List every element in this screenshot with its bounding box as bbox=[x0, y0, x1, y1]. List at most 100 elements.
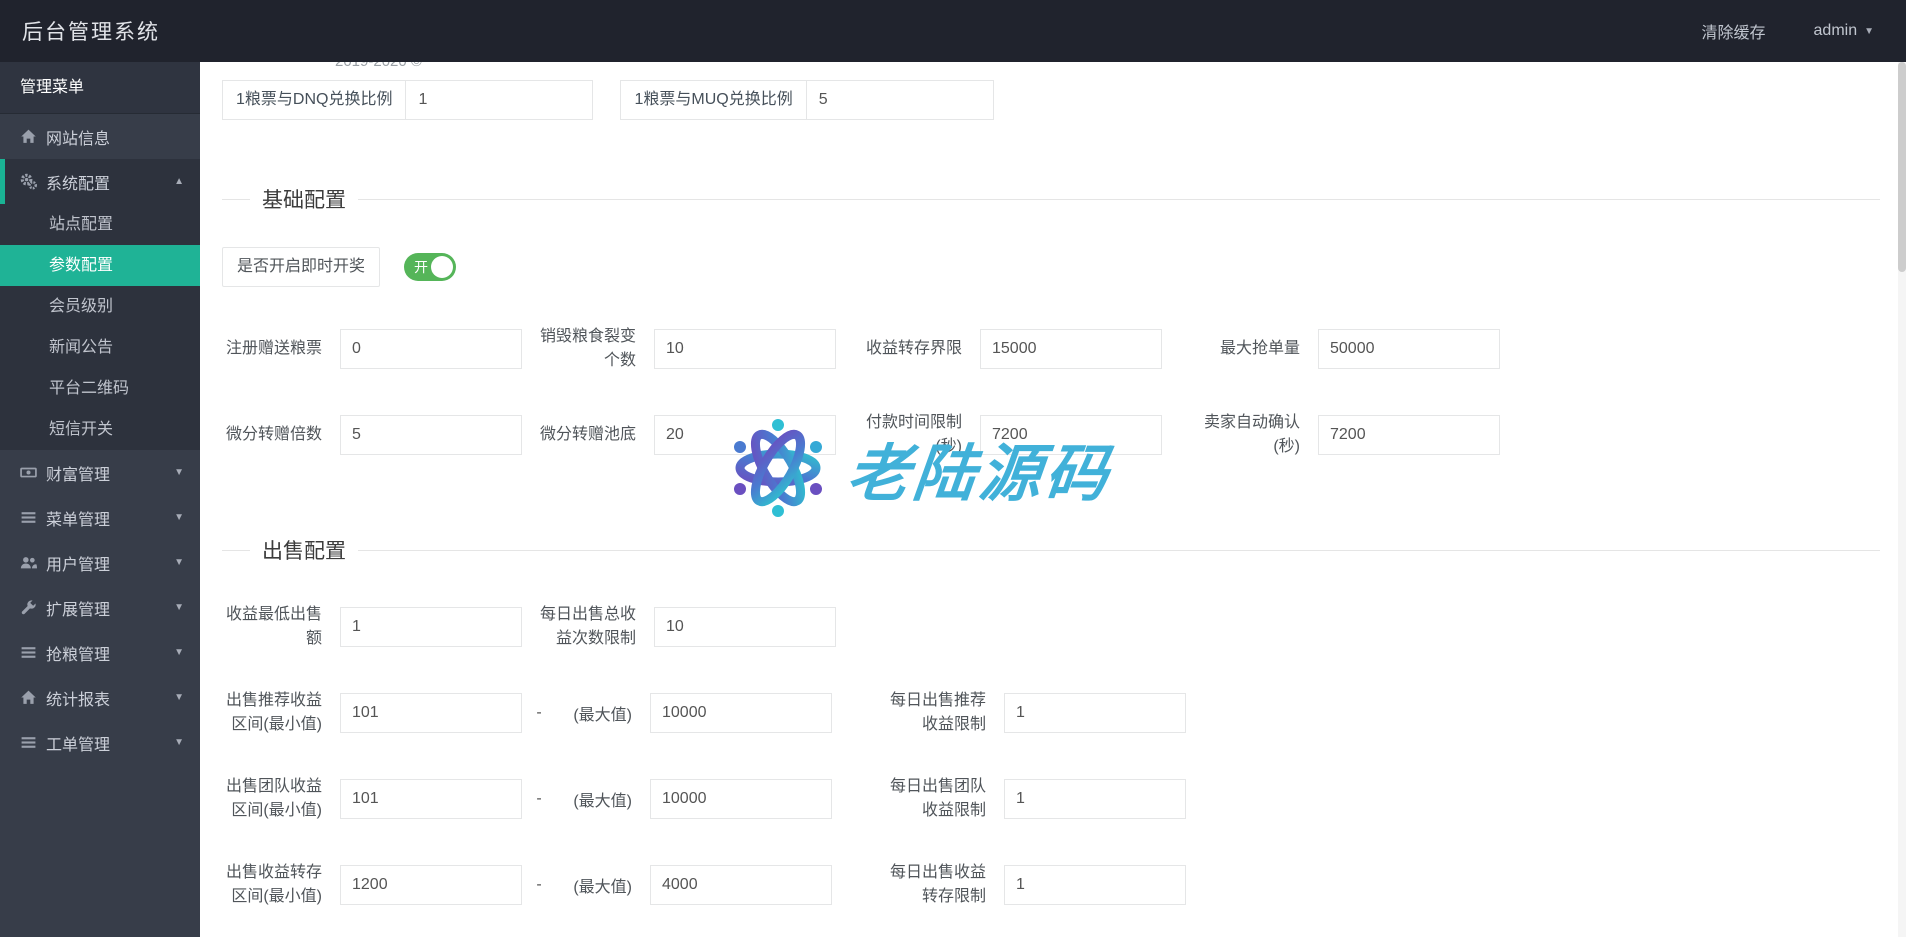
field-label: 卖家自动确认(秒) bbox=[1200, 411, 1300, 459]
list-icon bbox=[20, 734, 37, 751]
field-label: 收益转存界限 bbox=[862, 337, 962, 361]
field-team-min: 出售团队收益区间(最小值) bbox=[222, 775, 522, 823]
topbar-right: 清除缓存 admin ▼ bbox=[1702, 19, 1906, 43]
field-label: 收益最低出售额 bbox=[222, 603, 322, 651]
register-gift-input[interactable] bbox=[340, 329, 522, 369]
chevron-down-icon: ▼ bbox=[1864, 26, 1874, 37]
sidebar-item-parameter-config[interactable]: 参数配置 bbox=[0, 245, 200, 286]
sidebar-item-label: 工单管理 bbox=[46, 731, 110, 755]
sidebar-item-menu-management[interactable]: 菜单管理 ▼ bbox=[0, 495, 200, 540]
field-label: 每日出售总收益次数限制 bbox=[536, 603, 636, 651]
sidebar-header: 管理菜单 bbox=[0, 62, 200, 114]
field-label: 销毁粮食裂变个数 bbox=[536, 325, 636, 373]
field-daily-recommend: 每日出售推荐收益限制 bbox=[886, 689, 1186, 737]
seller-confirm-input[interactable] bbox=[1318, 415, 1500, 455]
sidebar-item-site-config[interactable]: 站点配置 bbox=[0, 204, 200, 245]
max-grab-input[interactable] bbox=[1318, 329, 1500, 369]
sidebar-item-statistics-report[interactable]: 统计报表 ▼ bbox=[0, 675, 200, 720]
divider bbox=[222, 199, 250, 200]
field-daily-team: 每日出售团队收益限制 bbox=[886, 775, 1186, 823]
recommend-min-input[interactable] bbox=[340, 693, 522, 733]
vertical-scrollbar[interactable] bbox=[1898, 62, 1906, 937]
field-label: 出售收益转存区间(最小值) bbox=[222, 861, 322, 909]
transfer-max-input[interactable] bbox=[650, 865, 832, 905]
payment-time-input[interactable] bbox=[980, 415, 1162, 455]
chevron-down-icon: ▼ bbox=[174, 512, 184, 523]
transfer-range-row: 出售收益转存区间(最小值) - (最大值) 每日出售收益转存限制 bbox=[222, 861, 1880, 909]
sidebar-item-news[interactable]: 新闻公告 bbox=[0, 327, 200, 368]
username: admin bbox=[1814, 22, 1858, 40]
field-destroy-fission: 销毁粮食裂变个数 bbox=[536, 325, 836, 373]
muq-ratio-group: 1粮票与MUQ兑换比例 bbox=[620, 80, 993, 120]
sidebar-item-label: 用户管理 bbox=[46, 551, 110, 575]
field-recommend-min: 出售推荐收益区间(最小值) bbox=[222, 689, 522, 737]
destroy-fission-input[interactable] bbox=[654, 329, 836, 369]
toggle-knob bbox=[431, 256, 453, 278]
instant-draw-toggle[interactable]: 开 bbox=[404, 253, 456, 281]
scrollbar-thumb[interactable] bbox=[1898, 62, 1906, 272]
chevron-down-icon: ▼ bbox=[174, 467, 184, 478]
micro-pool-input[interactable] bbox=[654, 415, 836, 455]
muq-ratio-label: 1粮票与MUQ兑换比例 bbox=[620, 80, 806, 120]
sidebar-item-extension-management[interactable]: 扩展管理 ▼ bbox=[0, 585, 200, 630]
sidebar-item-member-level[interactable]: 会员级别 bbox=[0, 286, 200, 327]
daily-total-sell-input[interactable] bbox=[654, 607, 836, 647]
home-icon bbox=[20, 689, 37, 706]
field-micro-pool: 微分转赠池底 bbox=[536, 415, 836, 455]
sidebar-item-grain-grab-management[interactable]: 抢粮管理 ▼ bbox=[0, 630, 200, 675]
divider bbox=[358, 199, 1880, 200]
field-profit-transfer-limit: 收益转存界限 bbox=[862, 329, 1162, 369]
divider bbox=[358, 550, 1880, 551]
sidebar-item-platform-qrcode[interactable]: 平台二维码 bbox=[0, 368, 200, 409]
sidebar-item-user-management[interactable]: 用户管理 ▼ bbox=[0, 540, 200, 585]
field-label: 付款时间限制(秒) bbox=[862, 411, 962, 459]
sidebar-item-work-order-management[interactable]: 工单管理 ▼ bbox=[0, 720, 200, 765]
daily-recommend-input[interactable] bbox=[1004, 693, 1186, 733]
min-sell-amount-input[interactable] bbox=[340, 607, 522, 647]
sidebar-item-label: 菜单管理 bbox=[46, 506, 110, 530]
section-title: 基础配置 bbox=[262, 184, 346, 214]
toggle-on-text: 开 bbox=[414, 257, 428, 277]
max-value-label: (最大值) bbox=[558, 873, 632, 897]
transfer-min-input[interactable] bbox=[340, 865, 522, 905]
sidebar-item-label: 系统配置 bbox=[46, 170, 110, 194]
clear-cache-link[interactable]: 清除缓存 bbox=[1702, 19, 1766, 43]
dnq-ratio-input[interactable] bbox=[405, 80, 593, 120]
parameter-config-form: 1粮票与DNQ兑换比例 1粮票与MUQ兑换比例 基础配置 是否开启即时开奖 开 … bbox=[200, 62, 1906, 937]
sidebar-item-website-info[interactable]: 网站信息 bbox=[0, 114, 200, 159]
daily-transfer-input[interactable] bbox=[1004, 865, 1186, 905]
basic-config-section-header: 基础配置 bbox=[222, 184, 1880, 214]
field-max-grab: 最大抢单量 bbox=[1200, 329, 1500, 369]
field-label: 出售团队收益区间(最小值) bbox=[222, 775, 322, 823]
field-register-gift: 注册赠送粮票 bbox=[222, 329, 522, 369]
field-label: 微分转赠倍数 bbox=[222, 423, 322, 447]
basic-row-1: 注册赠送粮票 销毁粮食裂变个数 收益转存界限 最大抢单量 bbox=[222, 325, 1880, 373]
sidebar-item-wealth-management[interactable]: 财富管理 ▼ bbox=[0, 450, 200, 495]
sidebar-item-sms-switch[interactable]: 短信开关 bbox=[0, 409, 200, 450]
money-icon bbox=[20, 464, 37, 481]
system-config-submenu: 站点配置 参数配置 会员级别 新闻公告 平台二维码 短信开关 bbox=[0, 204, 200, 450]
range-separator: - bbox=[522, 876, 556, 894]
field-micro-multiple: 微分转赠倍数 bbox=[222, 415, 522, 455]
recommend-max-input[interactable] bbox=[650, 693, 832, 733]
field-transfer-min: 出售收益转存区间(最小值) bbox=[222, 861, 522, 909]
chevron-down-icon: ▼ bbox=[174, 557, 184, 568]
sell-config-section-header: 出售配置 bbox=[222, 535, 1880, 565]
topbar: 后台管理系统 清除缓存 admin ▼ bbox=[0, 0, 1906, 62]
section-title: 出售配置 bbox=[262, 535, 346, 565]
daily-team-input[interactable] bbox=[1004, 779, 1186, 819]
micro-multiple-input[interactable] bbox=[340, 415, 522, 455]
instant-draw-label: 是否开启即时开奖 bbox=[222, 247, 380, 287]
profit-transfer-limit-input[interactable] bbox=[980, 329, 1162, 369]
sidebar-item-label: 财富管理 bbox=[46, 461, 110, 485]
field-daily-transfer: 每日出售收益转存限制 bbox=[886, 861, 1186, 909]
sidebar: 管理菜单 网站信息 系统配置 ▲ 站点配置 参数配置 会员级别 新闻公告 平台二… bbox=[0, 62, 200, 937]
sidebar-item-system-config[interactable]: 系统配置 ▲ bbox=[0, 159, 200, 204]
team-max-input[interactable] bbox=[650, 779, 832, 819]
chevron-down-icon: ▼ bbox=[174, 647, 184, 658]
user-dropdown[interactable]: admin ▼ bbox=[1814, 22, 1874, 40]
muq-ratio-input[interactable] bbox=[806, 80, 994, 120]
app-title: 后台管理系统 bbox=[0, 16, 160, 46]
users-icon bbox=[20, 554, 37, 571]
team-min-input[interactable] bbox=[340, 779, 522, 819]
